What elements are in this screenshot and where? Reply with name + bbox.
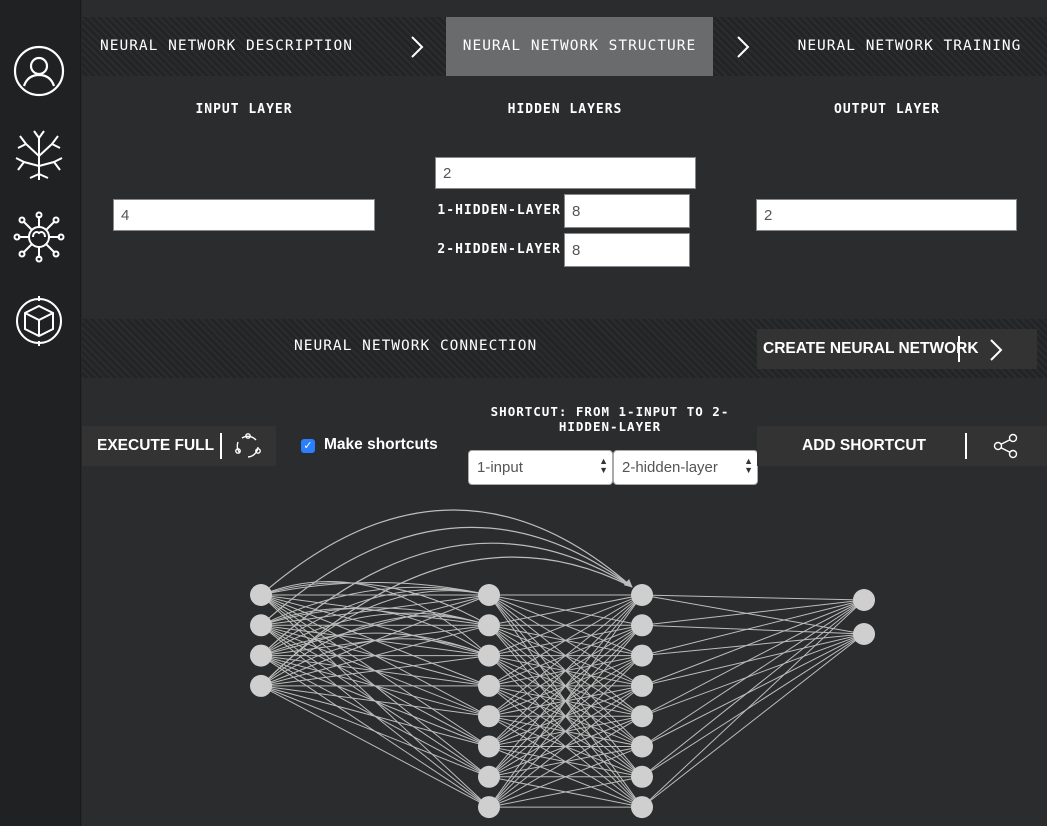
input-layer-field[interactable]: 4 <box>113 199 375 231</box>
network-node <box>250 644 272 667</box>
network-node <box>478 674 500 697</box>
edge <box>260 685 490 778</box>
share-icon <box>993 433 1018 459</box>
network-node <box>250 674 272 697</box>
create-network-button[interactable]: CREATE NEURAL NETWORK <box>757 329 1037 369</box>
execute-full-button[interactable]: EXECUTE FULL <box>82 426 276 466</box>
shortcut-edge <box>260 582 490 596</box>
network-node <box>853 623 875 645</box>
divider <box>965 433 967 459</box>
network-node <box>631 735 653 758</box>
chevron-right-icon <box>411 36 424 58</box>
shortcut-to-select[interactable]: 2-hidden-layer ▲ ▼ <box>613 450 758 485</box>
network-node <box>478 735 500 758</box>
step-structure[interactable]: NEURAL NETWORK STRUCTURE <box>446 17 713 76</box>
edge <box>260 685 490 717</box>
shortcut-edge <box>260 586 490 626</box>
make-shortcuts-checkbox[interactable]: ✓ <box>301 439 315 453</box>
edge <box>641 633 865 657</box>
edge <box>641 599 865 717</box>
step-nav: NEURAL NETWORK DESCRIPTION NEURAL NETWOR… <box>82 17 1047 76</box>
select-arrows-icon: ▲ ▼ <box>744 456 753 475</box>
add-shortcut-button[interactable]: ADD SHORTCUT <box>757 426 1047 466</box>
brain-network-icon[interactable] <box>12 210 66 264</box>
select-arrows-icon: ▲ ▼ <box>599 456 608 475</box>
chevron-right-icon <box>990 339 1003 361</box>
output-layer-field[interactable]: 2 <box>756 199 1017 231</box>
shortcut-from-value: 1-input <box>477 459 523 476</box>
network-node <box>631 705 653 728</box>
network-node <box>853 589 875 611</box>
shortcut-to-value: 2-hidden-layer <box>622 459 718 476</box>
chevron-right-icon <box>737 36 750 58</box>
network-node <box>250 584 272 606</box>
network-graph <box>250 509 875 819</box>
hidden-layers-title: HIDDEN LAYERS <box>507 102 623 117</box>
shortcut-from-select[interactable]: 1-input ▲ ▼ <box>468 450 613 485</box>
cube-icon[interactable] <box>12 294 66 348</box>
shortcut-title: SHORTCUT: FROM 1-INPUT TO 2-HIDDEN-LAYER <box>490 404 730 434</box>
cycle-icon <box>235 433 261 458</box>
user-icon[interactable] <box>12 44 66 98</box>
input-layer-title: INPUT LAYER <box>195 102 293 117</box>
hidden-layer-2-field[interactable]: 8 <box>564 233 690 267</box>
add-shortcut-label: ADD SHORTCUT <box>802 437 926 454</box>
network-node <box>250 614 272 637</box>
divider <box>958 336 960 362</box>
sidebar <box>0 0 81 826</box>
network-node <box>478 644 500 667</box>
network-node <box>631 644 653 667</box>
main-panel: NEURAL NETWORK DESCRIPTION NEURAL NETWOR… <box>82 0 1047 826</box>
hidden-layers-count-field[interactable]: 2 <box>435 157 696 189</box>
hidden-layer-1-label: 1-HIDDEN-LAYER <box>437 203 561 218</box>
edge <box>260 685 490 808</box>
connection-bar: NEURAL NETWORK CONNECTION CREATE NEURAL … <box>82 319 1047 378</box>
create-network-label: CREATE NEURAL NETWORK <box>763 340 979 357</box>
step-description[interactable]: NEURAL NETWORK DESCRIPTION <box>100 17 400 76</box>
network-node <box>631 614 653 637</box>
connection-title: NEURAL NETWORK CONNECTION <box>294 338 538 354</box>
network-node <box>478 705 500 728</box>
edge <box>641 633 865 778</box>
step-training[interactable]: NEURAL NETWORK TRAINING <box>772 17 1047 76</box>
make-shortcuts-label: Make shortcuts <box>324 436 438 453</box>
network-node <box>631 674 653 697</box>
network-node <box>631 765 653 788</box>
output-layer-title: OUTPUT LAYER <box>834 102 940 117</box>
tree-icon[interactable] <box>12 128 66 182</box>
network-node <box>478 584 500 606</box>
network-node <box>478 796 500 819</box>
execute-full-label: EXECUTE FULL <box>97 437 215 454</box>
network-node <box>631 584 653 606</box>
network-node <box>478 614 500 637</box>
edge <box>641 594 865 601</box>
network-node <box>631 796 653 819</box>
hidden-layer-1-field[interactable]: 8 <box>564 194 690 228</box>
edges <box>260 509 865 808</box>
network-node <box>478 765 500 788</box>
edge <box>641 633 865 747</box>
hidden-layer-2-label: 2-HIDDEN-LAYER <box>437 242 561 257</box>
divider <box>220 433 222 459</box>
edge <box>260 685 490 747</box>
